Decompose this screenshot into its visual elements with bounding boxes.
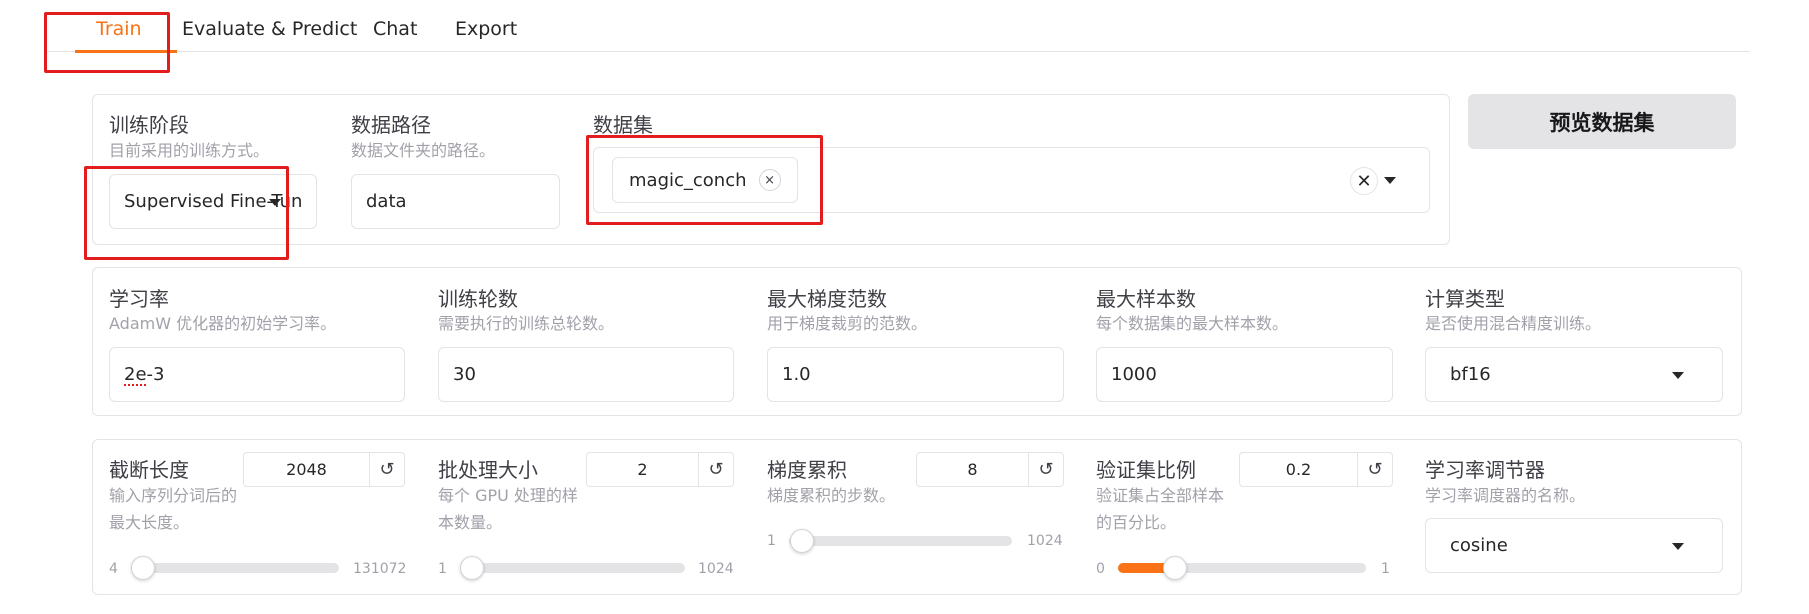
data-path-label: 数据路径 bbox=[351, 113, 431, 137]
remove-chip-icon[interactable]: × bbox=[758, 169, 781, 191]
grad-accum-slider[interactable] bbox=[789, 529, 1012, 553]
reset-icon[interactable]: ↺ bbox=[1357, 453, 1392, 486]
reset-icon[interactable]: ↺ bbox=[1028, 453, 1063, 486]
cutoff-len-info-line1: 输入序列分词后的 bbox=[109, 486, 238, 505]
grad-accum-value: 8 bbox=[967, 460, 978, 479]
tab-train[interactable]: Train bbox=[96, 18, 142, 40]
chevron-down-icon[interactable] bbox=[1384, 177, 1396, 184]
val-size-label: 验证集比例 bbox=[1096, 458, 1196, 482]
stage-label: 训练阶段 bbox=[109, 113, 189, 137]
batch-size-min: 1 bbox=[438, 561, 447, 577]
max-samples-value: 1000 bbox=[1111, 364, 1157, 385]
dataset-chip: magic_conch × bbox=[612, 157, 798, 203]
batch-size-info-line2: 本数量。 bbox=[438, 513, 503, 532]
reset-icon[interactable]: ↺ bbox=[698, 453, 733, 486]
learning-rate-input[interactable]: 2e-3 bbox=[109, 347, 405, 402]
tab-evaluate-predict[interactable]: Evaluate & Predict bbox=[182, 18, 357, 40]
cutoff-len-value: 2048 bbox=[286, 460, 327, 479]
grad-accum-min: 1 bbox=[767, 533, 776, 549]
max-grad-norm-value: 1.0 bbox=[782, 364, 811, 385]
learning-rate-info: AdamW 优化器的初始学习率。 bbox=[109, 314, 337, 333]
batch-size-max: 1024 bbox=[698, 561, 734, 577]
scheduler-label: 学习率调节器 bbox=[1425, 458, 1545, 482]
learning-rate-label: 学习率 bbox=[109, 287, 169, 311]
scheduler-value: cosine bbox=[1450, 535, 1508, 556]
val-size-value: 0.2 bbox=[1285, 460, 1312, 479]
max-samples-info: 每个数据集的最大样本数。 bbox=[1096, 314, 1289, 333]
epochs-input[interactable]: 30 bbox=[438, 347, 734, 402]
grad-accum-label: 梯度累积 bbox=[767, 458, 847, 482]
batch-size-value: 2 bbox=[637, 460, 648, 479]
cutoff-len-min: 4 bbox=[109, 561, 118, 577]
val-size-slider[interactable] bbox=[1118, 556, 1366, 580]
epochs-info: 需要执行的训练总轮数。 bbox=[438, 314, 615, 333]
grad-accum-input[interactable]: 8 ↺ bbox=[916, 452, 1064, 487]
cutoff-len-label: 截断长度 bbox=[109, 458, 189, 482]
cutoff-len-input[interactable]: 2048 ↺ bbox=[243, 452, 405, 487]
max-samples-label: 最大样本数 bbox=[1096, 287, 1196, 311]
tab-export[interactable]: Export bbox=[455, 18, 517, 40]
val-size-info-line1: 验证集占全部样本 bbox=[1096, 486, 1225, 505]
cutoff-len-slider[interactable] bbox=[131, 556, 339, 580]
compute-type-dropdown[interactable]: bf16 bbox=[1425, 347, 1723, 402]
epochs-label: 训练轮数 bbox=[438, 287, 518, 311]
compute-type-value: bf16 bbox=[1450, 364, 1491, 385]
data-path-input[interactable]: data bbox=[351, 174, 560, 229]
slider-thumb[interactable] bbox=[131, 556, 155, 580]
active-tab-indicator bbox=[75, 50, 177, 53]
batch-size-info-line1: 每个 GPU 处理的样 bbox=[438, 486, 578, 505]
batch-size-label: 批处理大小 bbox=[438, 458, 538, 482]
val-size-min: 0 bbox=[1096, 561, 1105, 577]
val-size-info-line2: 的百分比。 bbox=[1096, 513, 1177, 532]
chevron-down-icon bbox=[269, 199, 281, 206]
data-path-info: 数据文件夹的路径。 bbox=[351, 141, 496, 160]
cutoff-len-max: 131072 bbox=[353, 561, 407, 577]
dataset-label: 数据集 bbox=[593, 113, 653, 137]
val-size-input[interactable]: 0.2 ↺ bbox=[1239, 452, 1393, 487]
scheduler-info: 学习率调度器的名称。 bbox=[1425, 486, 1586, 505]
max-samples-input[interactable]: 1000 bbox=[1096, 347, 1393, 402]
compute-type-info: 是否使用混合精度训练。 bbox=[1425, 314, 1602, 333]
max-grad-norm-label: 最大梯度范数 bbox=[767, 287, 887, 311]
reset-icon[interactable]: ↺ bbox=[369, 453, 404, 486]
tab-chat[interactable]: Chat bbox=[373, 18, 417, 40]
compute-type-label: 计算类型 bbox=[1425, 287, 1505, 311]
spellcheck-underline bbox=[124, 380, 146, 386]
data-path-value: data bbox=[366, 191, 407, 212]
batch-size-slider[interactable] bbox=[460, 556, 685, 580]
chevron-down-icon bbox=[1672, 372, 1684, 379]
dataset-chip-label: magic_conch bbox=[629, 169, 747, 191]
grad-accum-info: 梯度累积的步数。 bbox=[767, 486, 896, 505]
stage-info: 目前采用的训练方式。 bbox=[109, 141, 270, 160]
max-grad-norm-input[interactable]: 1.0 bbox=[767, 347, 1064, 402]
epochs-value: 30 bbox=[453, 364, 476, 385]
clear-icon[interactable]: ✕ bbox=[1350, 167, 1378, 195]
scheduler-dropdown[interactable]: cosine bbox=[1425, 518, 1723, 573]
batch-size-input[interactable]: 2 ↺ bbox=[586, 452, 734, 487]
tab-bar-divider bbox=[44, 51, 1750, 52]
grad-accum-max: 1024 bbox=[1027, 533, 1063, 549]
val-size-max: 1 bbox=[1381, 561, 1390, 577]
cutoff-len-info-line2: 最大长度。 bbox=[109, 513, 190, 532]
max-grad-norm-info: 用于梯度裁剪的范数。 bbox=[767, 314, 928, 333]
chevron-down-icon bbox=[1672, 543, 1684, 550]
slider-thumb[interactable] bbox=[1163, 556, 1188, 580]
slider-thumb[interactable] bbox=[460, 556, 485, 580]
stage-dropdown[interactable]: Supervised Fine-Tun bbox=[109, 174, 317, 229]
preview-dataset-button[interactable]: 预览数据集 bbox=[1468, 94, 1736, 149]
